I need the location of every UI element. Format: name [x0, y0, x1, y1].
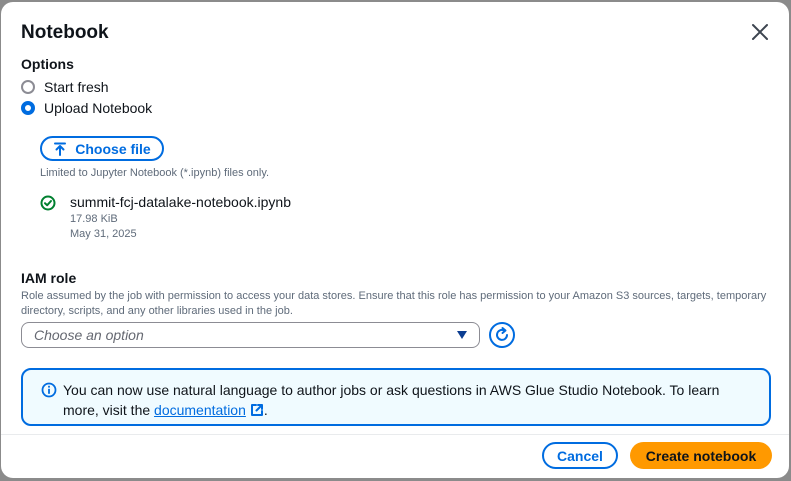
refresh-icon [496, 327, 508, 341]
iam-role-select[interactable]: Choose an option [21, 322, 480, 348]
upload-icon [54, 142, 67, 156]
file-hint: Limited to Jupyter Notebook (*.ipynb) fi… [40, 167, 270, 179]
footer-divider [1, 434, 789, 435]
info-icon [41, 382, 57, 398]
file-name: summit-fcj-datalake-notebook.ipynb [70, 194, 291, 210]
file-size: 17.98 KiB [70, 213, 118, 225]
caret-down-icon [457, 331, 467, 339]
notebook-modal: Notebook Options Start fresh Upload Note… [1, 2, 789, 478]
options-label: Options [21, 56, 74, 72]
create-notebook-button[interactable]: Create notebook [630, 442, 772, 469]
info-alert: You can now use natural language to auth… [21, 368, 771, 426]
info-message: You can now use natural language to auth… [63, 380, 743, 422]
radio-start-fresh-circle[interactable] [21, 80, 35, 94]
check-circle-icon [40, 195, 56, 211]
radio-start-fresh-label: Start fresh [44, 79, 109, 95]
iam-role-label: IAM role [21, 270, 77, 286]
close-icon[interactable] [750, 22, 770, 42]
info-text-after: . [263, 402, 268, 418]
cancel-button[interactable]: Cancel [542, 442, 618, 469]
external-link-icon[interactable] [250, 402, 264, 422]
radio-start-fresh[interactable]: Start fresh [21, 77, 109, 97]
refresh-button[interactable] [489, 322, 515, 348]
modal-title: Notebook [21, 22, 109, 43]
choose-file-label: Choose file [75, 140, 151, 157]
radio-upload-notebook-label: Upload Notebook [44, 100, 153, 116]
radio-upload-notebook-circle[interactable] [21, 101, 35, 115]
iam-role-description: Role assumed by the job with permission … [21, 290, 767, 317]
radio-upload-notebook[interactable]: Upload Notebook [21, 98, 152, 118]
iam-role-placeholder: Choose an option [34, 327, 144, 343]
choose-file-button[interactable]: Choose file [40, 136, 164, 161]
file-date: May 31, 2025 [70, 228, 137, 240]
documentation-link[interactable]: documentation [154, 402, 246, 418]
